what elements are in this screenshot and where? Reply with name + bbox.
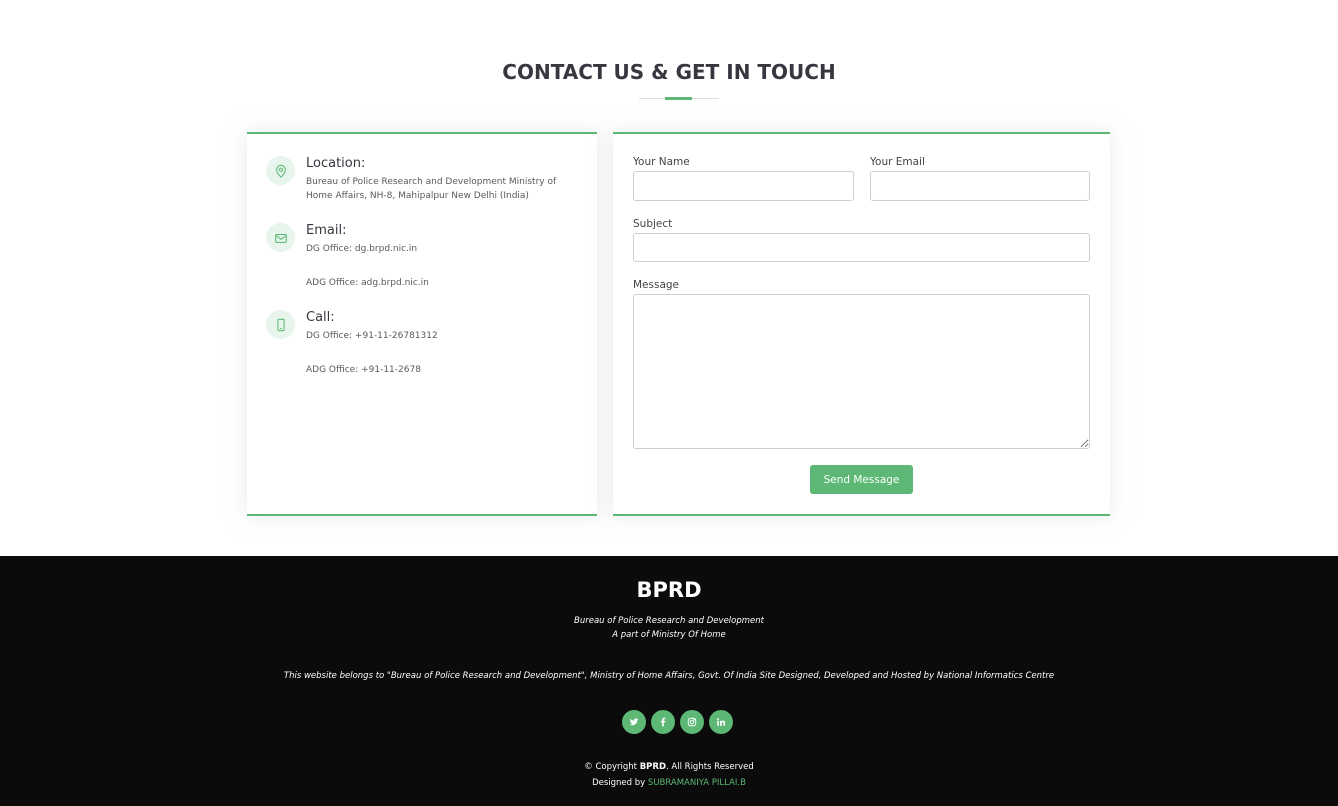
email-heading: Email:: [306, 223, 347, 238]
designer-link[interactable]: SUBRAMANIYA PILLAI.B: [648, 778, 746, 788]
email-field[interactable]: [870, 171, 1090, 201]
email-adg-office[interactable]: ADG Office: adg.brpd.nic.in: [306, 276, 566, 290]
copyright-prefix: © Copyright: [584, 762, 640, 772]
social-links: [622, 710, 733, 734]
copyright-suffix: . All Rights Reserved: [666, 762, 754, 772]
contact-info-panel: Location: Bureau of Police Research and …: [247, 132, 597, 516]
map-pin-icon: [266, 156, 295, 185]
call-adg-office[interactable]: ADG Office: +91-11-2678: [306, 363, 566, 377]
facebook-icon[interactable]: [651, 710, 675, 734]
twitter-icon[interactable]: [622, 710, 646, 734]
footer-tagline-1: Bureau of Police Research and Developmen…: [574, 616, 764, 626]
name-label: Your Name: [633, 156, 690, 168]
call-dg-office[interactable]: DG Office: +91-11-26781312: [306, 329, 566, 343]
footer-ownership-text: This website belongs to "Bureau of Polic…: [283, 671, 1055, 681]
linkedin-icon[interactable]: [709, 710, 733, 734]
subject-label: Subject: [633, 218, 673, 230]
subject-field[interactable]: [633, 233, 1090, 262]
phone-icon: [266, 310, 295, 339]
section-title: CONTACT US & GET IN TOUCH: [502, 60, 836, 84]
contact-form-panel: Your Name Your Email Subject Message Sen…: [613, 132, 1110, 516]
location-address-line1: Bureau of Police Research and Developmen…: [306, 177, 557, 187]
envelope-icon: [266, 223, 295, 252]
send-message-button[interactable]: Send Message: [810, 465, 913, 494]
location-heading: Location:: [306, 156, 366, 171]
footer-tagline-2: A part of Ministry Of Home: [612, 630, 726, 640]
email-dg-office[interactable]: DG Office: dg.brpd.nic.in: [306, 242, 566, 256]
footer-logo[interactable]: BPRD: [0, 578, 1338, 602]
copyright-text: © Copyright BPRD. All Rights Reserved: [0, 762, 1338, 772]
call-heading: Call:: [306, 310, 335, 325]
location-address-line2: Home Affairs, NH-8, Mahipalpur New Delhi…: [306, 191, 529, 201]
title-divider-accent: [665, 97, 692, 100]
footer: BPRD Bureau of Police Research and Devel…: [0, 556, 1338, 806]
instagram-icon[interactable]: [680, 710, 704, 734]
email-label: Your Email: [870, 156, 925, 168]
copyright-brand: BPRD: [639, 762, 667, 772]
message-field[interactable]: [633, 294, 1090, 449]
designed-by-text: Designed by SUBRAMANIYA PILLAI.B: [0, 778, 1338, 788]
designed-by-prefix: Designed by: [592, 778, 648, 788]
name-field[interactable]: [633, 171, 854, 201]
message-label: Message: [633, 279, 680, 291]
